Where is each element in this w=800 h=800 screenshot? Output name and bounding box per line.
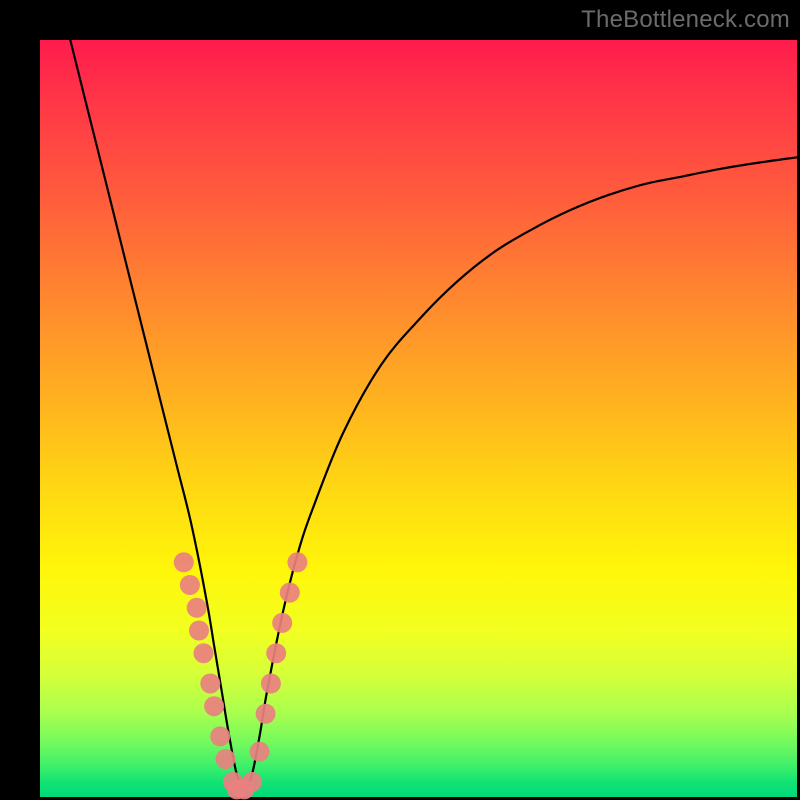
scatter-dot bbox=[174, 552, 194, 572]
plot-area bbox=[40, 40, 797, 797]
scatter-dot bbox=[256, 704, 276, 724]
watermark-text: TheBottleneck.com bbox=[581, 6, 790, 34]
scatter-dot bbox=[210, 726, 230, 746]
scatter-dot bbox=[272, 613, 292, 633]
scatter-dot bbox=[194, 643, 214, 663]
chart-svg bbox=[40, 40, 797, 797]
bottleneck-curve bbox=[70, 40, 797, 789]
chart-frame: TheBottleneck.com bbox=[0, 0, 800, 800]
scatter-dot bbox=[266, 643, 286, 663]
scatter-dot bbox=[216, 749, 236, 769]
scatter-dot bbox=[180, 575, 200, 595]
scatter-dot bbox=[242, 772, 262, 792]
scatter-dot bbox=[189, 621, 209, 641]
scatter-dot bbox=[280, 583, 300, 603]
scatter-dot bbox=[287, 552, 307, 572]
scatter-dot bbox=[250, 742, 270, 762]
scatter-dots bbox=[174, 552, 308, 799]
scatter-dot bbox=[200, 674, 220, 694]
scatter-dot bbox=[187, 598, 207, 618]
scatter-dot bbox=[204, 696, 224, 716]
scatter-dot bbox=[261, 674, 281, 694]
